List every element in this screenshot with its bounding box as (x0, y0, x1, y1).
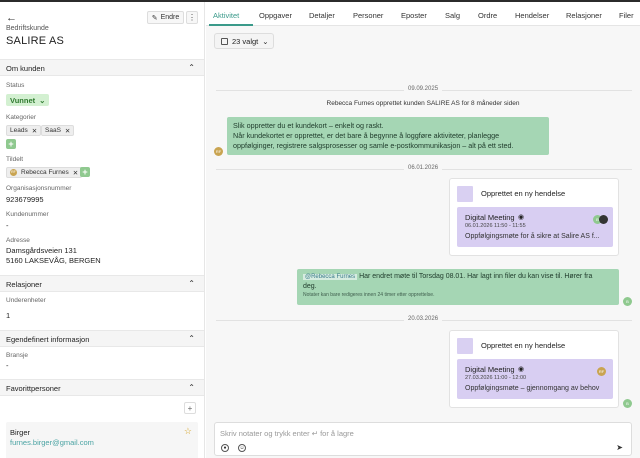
event-card[interactable]: Opprettet en ny hendelse Digital Meeting… (449, 178, 619, 256)
chevron-down-icon: ⌄ (262, 36, 269, 46)
avatar: B (623, 399, 632, 408)
tab-activity[interactable]: Aktivitet (213, 11, 239, 20)
activity-filter-dropdown[interactable]: 23 valgt ⌄ (214, 33, 274, 49)
tab-tasks[interactable]: Oppgaver (259, 11, 292, 20)
favorite-name: Birger (10, 428, 31, 437)
category-tag: Leads ✕ (6, 125, 42, 136)
emoji-icon[interactable]: ☺ (238, 444, 246, 452)
custnr-value: - (6, 221, 9, 230)
favorite-person-card[interactable]: Birger furnes.birger@gmail.com ☆ (6, 422, 198, 458)
avatar: RF (597, 367, 606, 376)
favorite-email[interactable]: furnes.birger@gmail.com (10, 438, 94, 447)
date-label: 06.01.2026 (404, 165, 443, 171)
attach-icon[interactable]: ● (221, 444, 229, 452)
checkbox-icon (221, 37, 228, 45)
avatar: B (623, 297, 632, 306)
section-about[interactable]: Om kunden ⌃ (0, 59, 204, 76)
event-details[interactable]: Digital Meeting ◉ 27.03.2026 11:00 - 12:… (457, 359, 613, 399)
event-icon (457, 338, 473, 354)
event-icon (457, 186, 473, 202)
section-custom[interactable]: Egendefinert informasjon ⌃ (0, 330, 204, 347)
tab-relations[interactable]: Relasjoner (566, 11, 602, 20)
active-tab-indicator (209, 24, 253, 26)
avatar (599, 215, 608, 224)
tab-sales[interactable]: Salg (445, 11, 460, 20)
section-favorites[interactable]: Favorittpersoner ⌃ (0, 379, 204, 396)
system-message: Rebecca Furnes opprettet kunden SALIRE A… (326, 100, 520, 107)
tab-files[interactable]: Filer (619, 11, 634, 20)
address-label: Adresse (6, 237, 30, 244)
date-label: 09.09.2025 (404, 86, 443, 92)
add-favorite-button[interactable]: + (184, 402, 196, 414)
subunits-value: 1 (6, 311, 11, 320)
chevron-up-icon: ⌃ (188, 383, 195, 392)
event-card[interactable]: Opprettet en ny hendelse Digital Meeting… (449, 330, 619, 408)
tab-persons[interactable]: Personer (353, 11, 383, 20)
chevron-up-icon: ⌃ (188, 279, 195, 288)
note-message[interactable]: @Rebecca Furnes Har endret møte til Tors… (297, 269, 619, 305)
pencil-icon: ✎ (151, 14, 158, 22)
tab-bar: Aktivitet Oppgaver Detaljer Personer Epo… (206, 2, 640, 26)
close-icon[interactable]: ✕ (65, 127, 70, 135)
avatar: RF (10, 169, 17, 176)
status-dropdown[interactable]: Vunnet ⌄ (6, 94, 50, 106)
assigned-label: Tildelt (6, 156, 24, 163)
status-label: Status (6, 82, 25, 89)
assigned-user-tag: RF Rebecca Furnes ✕ (6, 167, 83, 178)
section-relations[interactable]: Relasjoner ⌃ (0, 275, 204, 292)
tab-details[interactable]: Detaljer (309, 11, 335, 20)
camera-icon: ◉ (518, 214, 525, 221)
orgnr-value: 923679995 (6, 195, 44, 204)
chevron-down-icon: ⌄ (39, 95, 46, 105)
activity-panel: Aktivitet Oppgaver Detaljer Personer Epo… (206, 2, 640, 458)
camera-icon: ◉ (518, 366, 525, 373)
industry-label: Bransje (6, 352, 29, 359)
close-icon[interactable]: ✕ (32, 127, 37, 135)
address-line1: Damsgårdsveien 131 (6, 246, 77, 255)
chevron-up-icon: ⌃ (188, 334, 195, 343)
add-category-button[interactable]: + (6, 139, 16, 149)
custnr-label: Kundenummer (6, 211, 49, 218)
industry-value: - (6, 361, 9, 370)
note-input[interactable]: Skriv notater og trykk enter ↵ for å lag… (220, 429, 354, 438)
tab-emails[interactable]: Eposter (401, 11, 427, 20)
category-tag: SaaS ✕ (41, 125, 75, 136)
avatar: RF (214, 147, 223, 156)
customer-sidebar: ← ✎ Endre ⋮ Bedriftskunde SALIRE AS Om ku… (0, 2, 205, 458)
edit-button[interactable]: ✎ Endre (147, 11, 184, 24)
subunits-label: Underenheter (6, 297, 46, 304)
date-label: 20.03.2026 (404, 316, 443, 322)
send-icon[interactable]: ➤ (616, 443, 623, 452)
add-assignee-button[interactable]: + (80, 167, 90, 177)
address-line2: 5160 LAKSEVÅG, BERGEN (6, 256, 101, 265)
tab-orders[interactable]: Ordre (478, 11, 497, 20)
back-arrow-icon[interactable]: ← (6, 12, 17, 24)
more-menu-button[interactable]: ⋮ (186, 11, 198, 24)
note-composer[interactable]: Skriv notater og trykk enter ↵ for å lag… (214, 422, 632, 456)
customer-name: SALIRE AS (6, 35, 65, 47)
chevron-up-icon: ⌃ (188, 63, 195, 72)
categories-label: Kategorier (6, 114, 36, 121)
tab-events[interactable]: Hendelser (515, 11, 549, 20)
customer-type: Bedriftskunde (6, 25, 49, 32)
event-details[interactable]: Digital Meeting ◉ 06.01.2026 11:50 - 11:… (457, 207, 613, 247)
close-icon[interactable]: ✕ (73, 169, 78, 177)
star-icon[interactable]: ☆ (184, 426, 192, 437)
welcome-message: Slik oppretter du et kundekort – enkelt … (227, 117, 549, 155)
orgnr-label: Organisasjonsnummer (6, 185, 72, 192)
